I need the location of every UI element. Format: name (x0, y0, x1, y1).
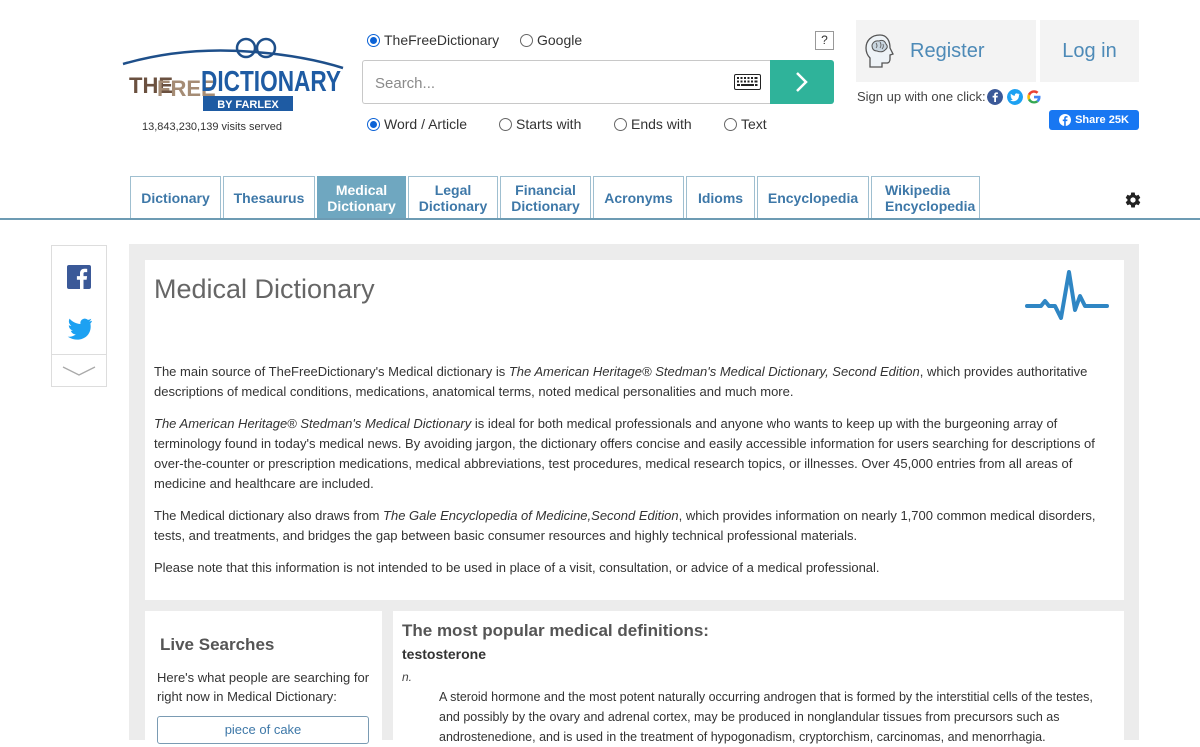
radio-dot (724, 117, 737, 131)
engine-radio-tfd[interactable]: TheFreeDictionary (367, 32, 499, 48)
engine-radio-google[interactable]: Google (520, 32, 582, 48)
mode-radio-starts-with[interactable]: Starts with (499, 116, 581, 132)
radio-dot (367, 33, 380, 47)
mode-radio-word-article[interactable]: Word / Article (367, 116, 467, 132)
help-button[interactable]: ? (815, 31, 834, 50)
tab-thesaurus[interactable]: Thesaurus (223, 176, 315, 218)
definition-headword[interactable]: testosterone (402, 646, 486, 662)
intro-text: The main source of TheFreeDictionary's M… (154, 362, 1104, 590)
twitter-login-icon[interactable] (1007, 89, 1023, 105)
chevron-right-icon (796, 72, 808, 92)
twitter-share-icon[interactable] (66, 318, 92, 340)
share-count-label: Share 25K (1075, 114, 1129, 126)
logo-dictionary: DICTIONARY (201, 66, 341, 98)
facebook-icon (1059, 114, 1072, 126)
live-searches-card: Live Searches Here's what people are sea… (145, 611, 382, 744)
tab-acronyms[interactable]: Acronyms (593, 176, 684, 218)
tab-medical-dictionary[interactable]: Medical Dictionary (317, 176, 406, 218)
brain-head-icon (865, 34, 894, 68)
part-of-speech: n. (402, 670, 413, 684)
thefreedictionary-logo[interactable]: THE FREE DICTIONARY BY FARLEX (115, 36, 345, 116)
tabs-baseline (0, 218, 1200, 220)
chevron-down-icon[interactable] (61, 365, 97, 377)
radio-dot (499, 117, 512, 131)
definition-text: A steroid hormone and the most potent na… (439, 690, 1093, 744)
intro-paragraph-4: Please note that this information is not… (154, 560, 880, 575)
login-button[interactable]: Log in (1040, 20, 1139, 82)
share-divider (52, 354, 106, 355)
popular-definitions-title: The most popular medical definitions: (402, 621, 709, 640)
register-button[interactable]: Register (856, 20, 1036, 82)
search-input[interactable] (373, 61, 727, 105)
tab-idioms[interactable]: Idioms (686, 176, 755, 218)
google-login-icon[interactable] (1026, 89, 1042, 105)
visits-counter: 13,843,230,139 visits served (142, 121, 283, 133)
search-button[interactable] (770, 60, 834, 104)
logo-by-farlex: BY FARLEX (217, 99, 279, 111)
facebook-share-icon[interactable] (67, 265, 91, 289)
radio-dot (367, 117, 380, 131)
live-searches-title: Live Searches (160, 635, 275, 654)
register-label: Register (910, 39, 985, 62)
radio-dot (520, 33, 533, 47)
intro-card: Medical Dictionary The main source of Th… (145, 260, 1124, 600)
tab-financial-dictionary[interactable]: Financial Dictionary (500, 176, 591, 218)
tab-wikipedia-encyclopedia[interactable]: Wikipedia Encyclopedia (871, 176, 980, 218)
intro-paragraph-3: The Medical dictionary also draws from T… (154, 508, 1096, 543)
live-searches-description: Here's what people are searching for rig… (157, 670, 370, 704)
intro-paragraph-2: The American Heritage® Stedman's Medical… (154, 416, 1095, 491)
radio-dot (614, 117, 627, 131)
share-sidebar (51, 245, 107, 387)
search-box (362, 60, 771, 105)
facebook-share-button[interactable]: Share 25K (1049, 110, 1139, 130)
signup-text: Sign up with one click: (857, 89, 986, 104)
popular-definitions-card: The most popular medical definitions: te… (393, 611, 1124, 744)
facebook-login-icon[interactable] (987, 89, 1003, 105)
gear-icon[interactable] (1124, 191, 1142, 209)
mode-radio-ends-with[interactable]: Ends with (614, 116, 692, 132)
heartbeat-icon (1025, 270, 1109, 320)
tab-dictionary[interactable]: Dictionary (130, 176, 221, 218)
tab-legal-dictionary[interactable]: Legal Dictionary (408, 176, 498, 218)
keyboard-icon[interactable] (734, 74, 761, 90)
mode-radio-text[interactable]: Text (724, 116, 767, 132)
tab-encyclopedia[interactable]: Encyclopedia (757, 176, 869, 218)
page-title: Medical Dictionary (154, 274, 375, 304)
intro-paragraph-1: The main source of TheFreeDictionary's M… (154, 364, 1088, 399)
